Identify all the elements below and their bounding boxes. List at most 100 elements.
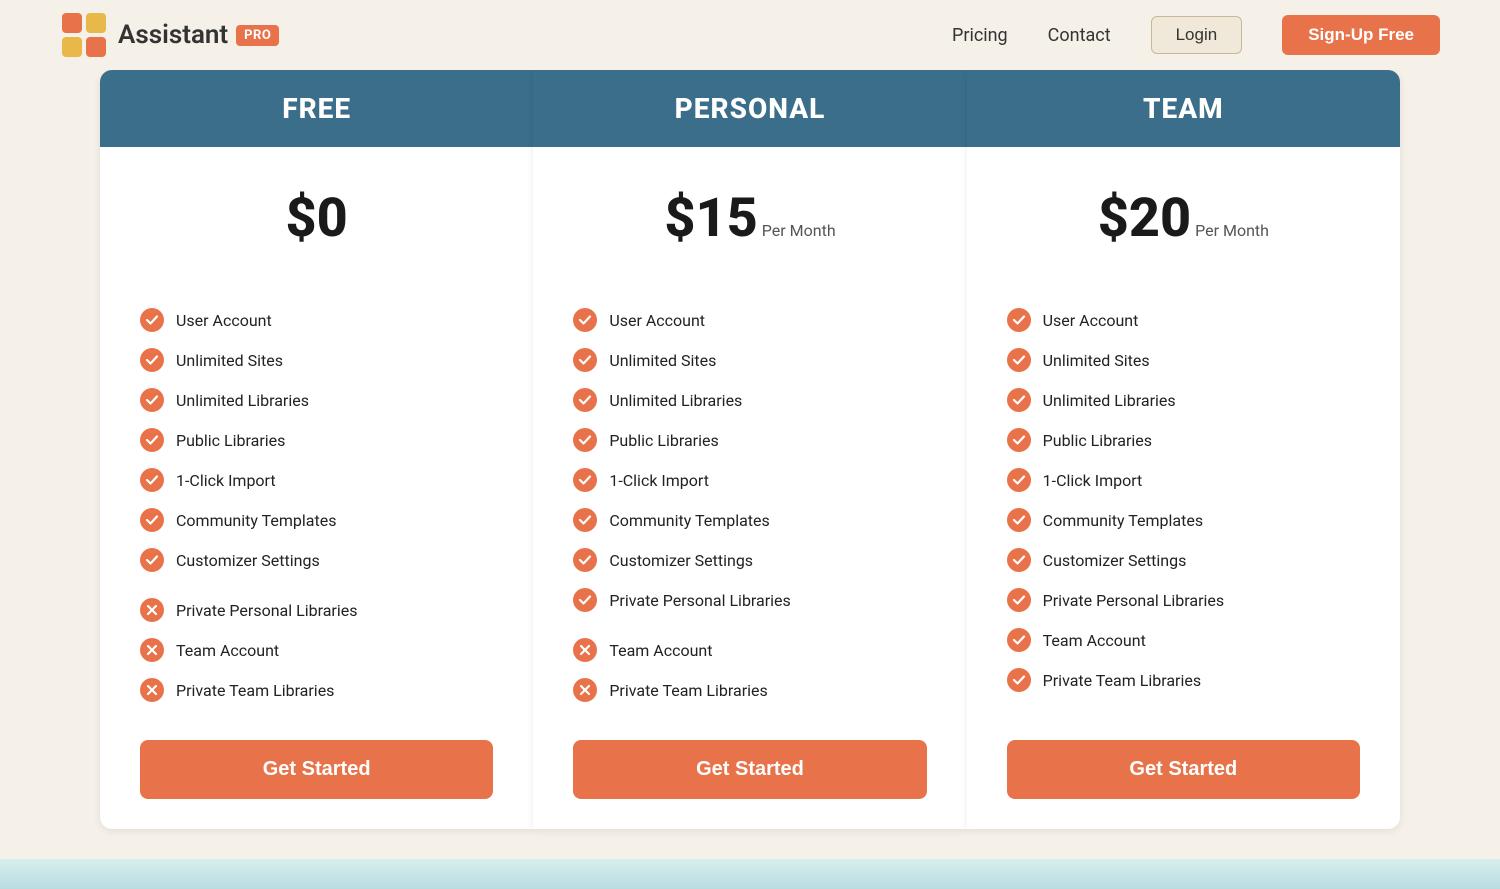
list-item: Customizer Settings bbox=[140, 540, 493, 580]
list-item: Unlimited Sites bbox=[140, 340, 493, 380]
check-icon bbox=[1007, 548, 1031, 572]
feature-text: 1-Click Import bbox=[609, 471, 709, 490]
list-item: Unlimited Libraries bbox=[573, 380, 926, 420]
feature-text: Unlimited Libraries bbox=[609, 391, 742, 410]
feature-text: Team Account bbox=[609, 641, 712, 660]
plan-body-personal: $15Per MonthUser AccountUnlimited SitesU… bbox=[533, 147, 966, 829]
plan-header-personal: PERSONAL bbox=[533, 70, 966, 147]
cross-icon bbox=[573, 678, 597, 702]
price-area-personal: $15 Per Month bbox=[573, 177, 926, 270]
feature-text: Private Personal Libraries bbox=[609, 591, 790, 610]
check-icon bbox=[573, 508, 597, 532]
price-period-team: Per Month bbox=[1195, 221, 1269, 240]
price-amount-personal: $15 bbox=[664, 187, 757, 250]
check-icon bbox=[140, 508, 164, 532]
list-item: User Account bbox=[573, 300, 926, 340]
list-item: Team Account bbox=[140, 630, 493, 670]
check-icon bbox=[573, 348, 597, 372]
list-item: Team Account bbox=[1007, 620, 1360, 660]
list-item: Private Team Libraries bbox=[573, 670, 926, 710]
check-icon bbox=[1007, 628, 1031, 652]
feature-text: Private Personal Libraries bbox=[176, 601, 357, 620]
login-button[interactable]: Login bbox=[1151, 16, 1243, 54]
check-icon bbox=[573, 588, 597, 612]
feature-text: Customizer Settings bbox=[176, 551, 320, 570]
plan-body-team: $20Per Month User Account Unlimited Sites U… bbox=[967, 147, 1400, 829]
list-item: User Account bbox=[1007, 300, 1360, 340]
price-amount-team: $20 bbox=[1098, 187, 1191, 250]
check-icon bbox=[1007, 588, 1031, 612]
check-icon bbox=[573, 548, 597, 572]
feature-text: Unlimited Libraries bbox=[176, 391, 309, 410]
check-icon bbox=[140, 468, 164, 492]
list-item: Public Libraries bbox=[1007, 420, 1360, 460]
main-content: FREE$0User AccountUnlimited SitesUnlimit… bbox=[0, 70, 1500, 849]
feature-text: User Account bbox=[176, 311, 272, 330]
check-icon bbox=[573, 308, 597, 332]
feature-text: Private Team Libraries bbox=[609, 681, 767, 700]
get-started-button-free[interactable]: Get Started bbox=[140, 740, 493, 799]
list-item: Unlimited Sites bbox=[573, 340, 926, 380]
list-item: Public Libraries bbox=[140, 420, 493, 460]
feature-text: Customizer Settings bbox=[1043, 551, 1187, 570]
features-list-personal: User Account Unlimited Sites Unlimited Lib… bbox=[573, 300, 926, 710]
feature-text: Private Personal Libraries bbox=[1043, 591, 1224, 610]
bottom-decoration bbox=[0, 859, 1500, 889]
check-icon bbox=[573, 388, 597, 412]
nav: Pricing Contact Login Sign-Up Free bbox=[952, 15, 1440, 55]
list-item: Private Team Libraries bbox=[1007, 660, 1360, 700]
feature-text: Team Account bbox=[1043, 631, 1146, 650]
pricing-grid: FREE$0User AccountUnlimited SitesUnlimit… bbox=[100, 70, 1400, 829]
check-icon bbox=[1007, 668, 1031, 692]
check-icon bbox=[1007, 348, 1031, 372]
feature-text: Private Team Libraries bbox=[1043, 671, 1201, 690]
logo-area: Assistant PRO bbox=[60, 11, 279, 59]
list-item: Unlimited Sites bbox=[1007, 340, 1360, 380]
check-icon bbox=[573, 468, 597, 492]
get-started-button-team[interactable]: Get Started bbox=[1007, 740, 1360, 799]
feature-text: User Account bbox=[1043, 311, 1139, 330]
get-started-button-personal[interactable]: Get Started bbox=[573, 740, 926, 799]
feature-text: Team Account bbox=[176, 641, 279, 660]
list-item: Community Templates bbox=[1007, 500, 1360, 540]
feature-text: Customizer Settings bbox=[609, 551, 753, 570]
feature-text: Community Templates bbox=[176, 511, 336, 530]
signup-button[interactable]: Sign-Up Free bbox=[1282, 15, 1440, 55]
check-icon bbox=[140, 428, 164, 452]
feature-text: User Account bbox=[609, 311, 705, 330]
feature-text: Unlimited Sites bbox=[609, 351, 716, 370]
plan-title-team: TEAM bbox=[987, 92, 1380, 125]
header: Assistant PRO Pricing Contact Login Sign… bbox=[0, 0, 1500, 70]
logo-icon bbox=[60, 11, 108, 59]
feature-text: Unlimited Sites bbox=[1043, 351, 1150, 370]
check-icon bbox=[140, 348, 164, 372]
feature-text: Unlimited Libraries bbox=[1043, 391, 1176, 410]
feature-text: 1-Click Import bbox=[1043, 471, 1143, 490]
feature-text: Public Libraries bbox=[609, 431, 718, 450]
list-item: Team Account bbox=[573, 630, 926, 670]
list-item: Customizer Settings bbox=[1007, 540, 1360, 580]
cross-icon bbox=[140, 638, 164, 662]
list-item: Private Personal Libraries bbox=[573, 580, 926, 620]
price-period-personal: Per Month bbox=[762, 221, 836, 240]
list-item: 1-Click Import bbox=[1007, 460, 1360, 500]
check-icon bbox=[1007, 428, 1031, 452]
check-icon bbox=[1007, 308, 1031, 332]
check-icon bbox=[140, 388, 164, 412]
cross-icon bbox=[573, 638, 597, 662]
feature-text: Public Libraries bbox=[176, 431, 285, 450]
list-item: Unlimited Libraries bbox=[140, 380, 493, 420]
nav-pricing[interactable]: Pricing bbox=[952, 25, 1008, 46]
check-icon bbox=[140, 548, 164, 572]
price-area-team: $20Per Month bbox=[1007, 177, 1360, 270]
check-icon bbox=[1007, 388, 1031, 412]
pro-badge: PRO bbox=[236, 25, 279, 46]
nav-contact[interactable]: Contact bbox=[1048, 25, 1111, 46]
check-icon bbox=[140, 308, 164, 332]
feature-text: Community Templates bbox=[609, 511, 769, 530]
check-icon bbox=[1007, 468, 1031, 492]
feature-text: 1-Click Import bbox=[176, 471, 276, 490]
feature-text: Public Libraries bbox=[1043, 431, 1152, 450]
list-item: Private Team Libraries bbox=[140, 670, 493, 710]
list-item: 1-Click Import bbox=[140, 460, 493, 500]
